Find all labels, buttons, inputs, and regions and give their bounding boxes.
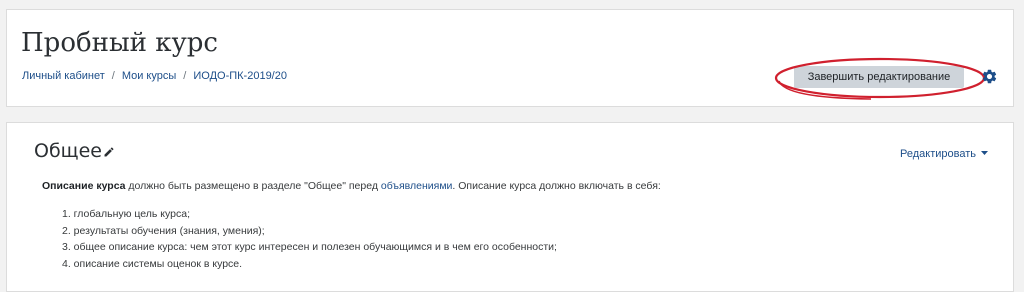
edit-menu-toggle[interactable]: Редактировать <box>900 146 988 162</box>
breadcrumb: Личный кабинет / Мои курсы / ИОДО-ПК-2019/20 <box>22 68 287 84</box>
breadcrumb-separator: / <box>111 70 115 82</box>
list-item: 1. глобальную цель курса; <box>62 208 190 220</box>
summary-text: . Описание курса должно включать в себя: <box>452 180 661 192</box>
caret-down-icon <box>981 151 988 155</box>
breadcrumb-my-courses[interactable]: Мои курсы <box>122 70 176 82</box>
pencil-icon[interactable] <box>103 146 115 158</box>
breadcrumb-course[interactable]: ИОДО-ПК-2019/20 <box>193 70 287 82</box>
requirements-list: 1. глобальную цель курса; 2. результаты … <box>62 206 557 272</box>
course-section-general: Общее Редактировать Описание курса должн… <box>6 122 1014 292</box>
list-item: 4. описание системы оценок в курсе. <box>62 257 243 270</box>
breadcrumb-separator: / <box>183 70 187 82</box>
announcements-link[interactable]: объявлениями <box>381 180 453 192</box>
page-header: Пробный курс Личный кабинет / Мои курсы / ИО… <box>6 9 1014 107</box>
gear-icon[interactable] <box>981 68 998 85</box>
section-summary: Описание курса должно быть размещено в р… <box>42 178 661 194</box>
list-item: 2. результаты обучения (знания, умения); <box>62 224 265 237</box>
breadcrumb-dashboard[interactable]: Личный кабинет <box>22 70 105 82</box>
summary-bold: Описание курса <box>42 180 126 192</box>
edit-menu-label: Редактировать <box>900 148 976 160</box>
page-title: Пробный курс <box>21 28 218 58</box>
section-title: Общее <box>34 140 102 162</box>
finish-editing-button[interactable]: Завершить редактирование <box>794 66 964 88</box>
summary-text: должно быть размещено в разделе "Общее" … <box>125 180 381 192</box>
list-item: 3. общее описание курса: чем этот курс и… <box>62 241 557 253</box>
